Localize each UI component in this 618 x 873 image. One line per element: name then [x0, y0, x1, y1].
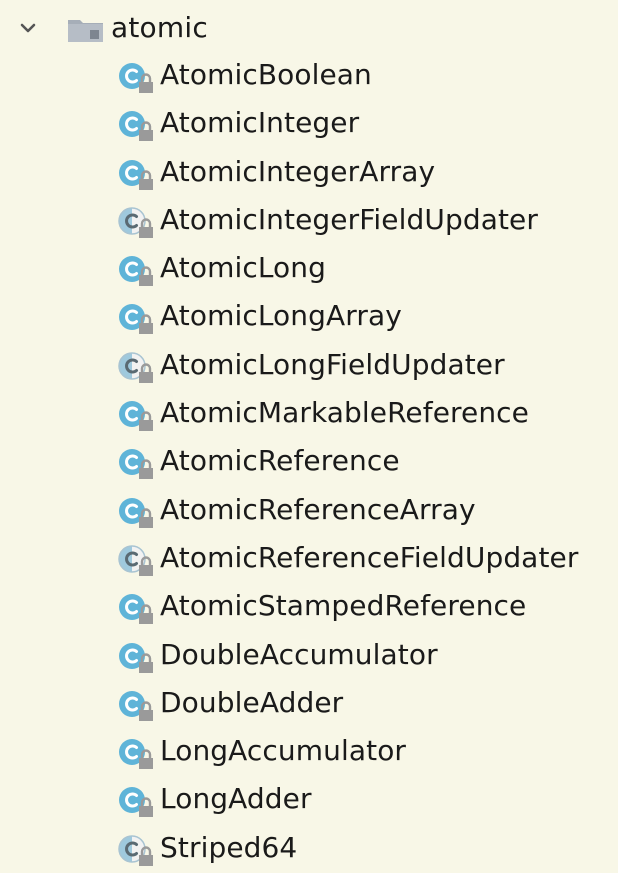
abstract-class-icon: [118, 352, 153, 383]
package-folder-icon: [68, 20, 103, 42]
tree-item-label: DoubleAccumulator: [160, 637, 438, 671]
tree-item[interactable]: AtomicIntegerArray: [0, 149, 618, 197]
class-icon: [119, 401, 153, 432]
project-tree: atomic AtomicBoolean AtomicInteger AtomicI…: [0, 0, 618, 871]
class-icon: [119, 256, 153, 287]
tree-item[interactable]: AtomicBoolean: [0, 52, 618, 100]
tree-item-label: AtomicBoolean: [160, 58, 372, 91]
tree-item[interactable]: AtomicMarkableReference: [0, 390, 618, 438]
class-icon: [119, 642, 153, 673]
tree-item[interactable]: AtomicIntegerFieldUpdater: [0, 197, 618, 245]
tree-item-label: AtomicLong: [160, 251, 326, 285]
tree-item-label: AtomicReferenceArray: [160, 492, 476, 526]
tree-node-label: atomic: [111, 11, 208, 44]
tree-item[interactable]: AtomicReferenceFieldUpdater: [0, 535, 618, 583]
tree-item[interactable]: AtomicInteger: [0, 100, 618, 148]
class-icon: [119, 787, 153, 818]
abstract-class-icon: [118, 545, 153, 576]
tree-item-label: AtomicLongArray: [160, 299, 402, 333]
tree-item[interactable]: AtomicReference: [0, 438, 618, 486]
class-icon: [119, 449, 153, 480]
class-icon: [119, 111, 153, 142]
abstract-class-icon: [118, 835, 153, 866]
class-icon: [119, 63, 153, 93]
tree-item-label: AtomicInteger: [160, 106, 360, 140]
tree-item[interactable]: AtomicStampedReference: [0, 583, 618, 631]
tree-item[interactable]: Striped64: [0, 825, 618, 873]
tree-item[interactable]: DoubleAdder: [0, 680, 618, 728]
class-icon: [119, 497, 153, 528]
tree-item-label: LongAccumulator: [160, 734, 407, 768]
tree-item-label: AtomicLongFieldUpdater: [160, 347, 505, 381]
tree-item[interactable]: LongAccumulator: [0, 728, 618, 776]
tree-item-label: AtomicReference: [160, 444, 400, 478]
class-icon: [119, 690, 153, 721]
tree-item[interactable]: AtomicLongArray: [0, 293, 618, 341]
chevron-down-icon[interactable]: [20, 22, 36, 34]
abstract-class-icon: [118, 207, 153, 238]
class-icon: [119, 594, 153, 625]
tree-item-label: AtomicIntegerFieldUpdater: [160, 202, 538, 236]
tree-node-atomic[interactable]: atomic: [0, 8, 600, 48]
tree-item-label: Striped64: [160, 830, 298, 864]
class-icon: [119, 304, 153, 335]
tree-item-label: DoubleAdder: [160, 685, 344, 719]
tree-item-label: AtomicIntegerArray: [160, 154, 436, 188]
tree-item[interactable]: DoubleAccumulator: [0, 632, 618, 680]
tree-item[interactable]: LongAdder: [0, 776, 618, 824]
tree-item-label: AtomicMarkableReference: [160, 396, 530, 430]
tree-item[interactable]: AtomicLongFieldUpdater: [0, 342, 618, 390]
tree-item[interactable]: AtomicLong: [0, 245, 618, 293]
class-icon: [119, 159, 153, 190]
tree-children: AtomicBoolean AtomicInteger AtomicIntegerA…: [0, 52, 618, 873]
tree-item-label: LongAdder: [160, 782, 312, 816]
class-icon: [119, 739, 153, 770]
tree-item[interactable]: AtomicReferenceArray: [0, 487, 618, 535]
tree-item-label: AtomicReferenceFieldUpdater: [160, 540, 579, 574]
tree-item-label: AtomicStampedReference: [160, 589, 527, 623]
